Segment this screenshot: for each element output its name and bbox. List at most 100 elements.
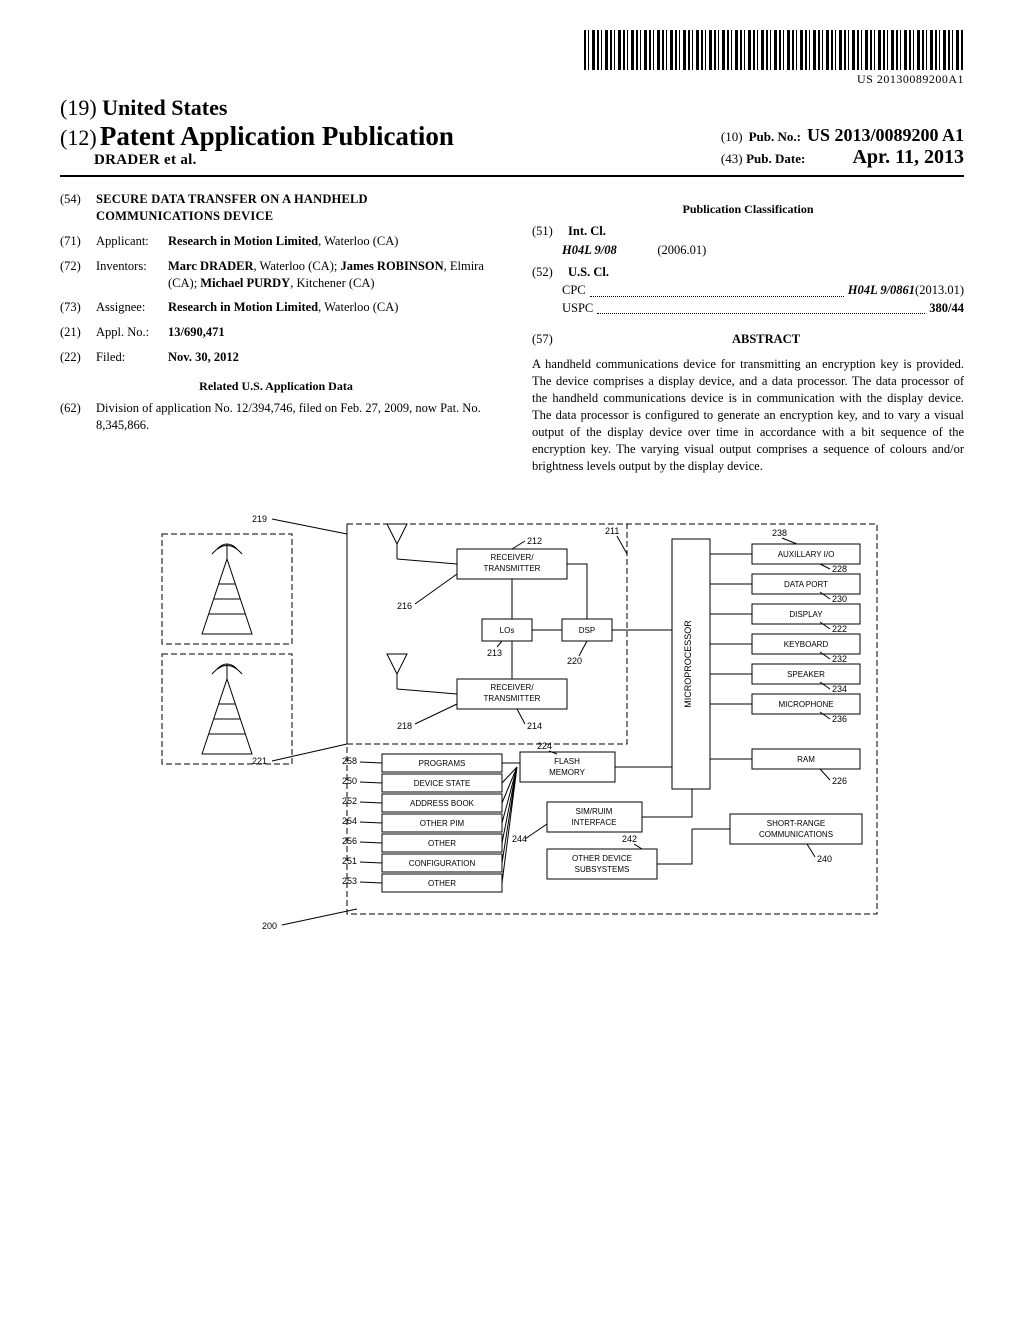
svg-text:234: 234 xyxy=(832,684,847,694)
abstract-code: (57) xyxy=(532,331,568,348)
inventor1-name: Marc DRADER xyxy=(168,259,254,273)
dsp-label: DSP xyxy=(579,626,595,635)
barcode-area: US 20130089200A1 xyxy=(60,30,964,87)
antenna-tower-icon xyxy=(202,664,252,754)
assignee-loc: , Waterloo (CA) xyxy=(318,300,398,314)
otherpim-label: OTHER PIM xyxy=(420,819,465,828)
rx-tx-label: TRANSMITTER xyxy=(484,694,541,703)
uspc-val: 380/44 xyxy=(929,300,964,318)
display-label: DISPLAY xyxy=(789,610,823,619)
applicant-value: Research in Motion Limited, Waterloo (CA… xyxy=(168,233,492,250)
inventor1-loc: , Waterloo (CA); xyxy=(254,259,341,273)
filed-value: Nov. 30, 2012 xyxy=(168,349,492,366)
speaker-label: SPEAKER xyxy=(787,670,825,679)
svg-text:236: 236 xyxy=(832,714,847,724)
pubno: US 2013/0089200 A1 xyxy=(807,125,964,146)
dataport-label: DATA PORT xyxy=(784,580,828,589)
inventor2-name: James ROBINSON xyxy=(340,259,443,273)
classification-heading: Publication Classification xyxy=(532,201,964,217)
abstract-label: ABSTRACT xyxy=(568,331,964,348)
pubdate-code: (43) xyxy=(721,151,743,166)
sim-label: SIM/RUIM xyxy=(576,807,613,816)
svg-text:240: 240 xyxy=(817,854,832,864)
addrbook-label: ADDRESS BOOK xyxy=(410,799,475,808)
country-code: (19) xyxy=(60,95,97,120)
uscl-label: U.S. Cl. xyxy=(568,264,609,281)
cpc-label: CPC xyxy=(562,282,586,300)
svg-text:254: 254 xyxy=(342,816,357,826)
svg-text:200: 200 xyxy=(262,921,277,931)
leader-dots xyxy=(597,313,925,314)
peripheral-boxes: AUXILLARY I/O DATA PORT DISPLAY KEYBOARD… xyxy=(730,544,862,844)
block-diagram: RECEIVER/ TRANSMITTER LOs DSP RECEIVER/ … xyxy=(132,504,892,944)
pubdate: Apr. 11, 2013 xyxy=(852,146,964,169)
antenna-tower-icon xyxy=(202,544,252,634)
svg-text:228: 228 xyxy=(832,564,847,574)
devstate-label: DEVICE STATE xyxy=(414,779,471,788)
flash-label2: MEMORY xyxy=(549,768,586,777)
related-data-heading: Related U.S. Application Data xyxy=(60,378,492,394)
ram-label: RAM xyxy=(797,755,815,764)
svg-text:253: 253 xyxy=(342,876,357,886)
rx-tx-label: RECEIVER/ xyxy=(490,683,534,692)
svg-text:251: 251 xyxy=(342,856,357,866)
applno-code: (21) xyxy=(60,324,96,341)
sim-label2: INTERFACE xyxy=(572,818,617,827)
svg-text:216: 216 xyxy=(397,601,412,611)
assignee-name: Research in Motion Limited xyxy=(168,300,318,314)
device-antenna-icon xyxy=(387,654,407,689)
microprocessor-label: MICROPROCESSOR xyxy=(683,620,693,708)
microphone-label: MICROPHONE xyxy=(778,700,833,709)
svg-text:221: 221 xyxy=(252,756,267,766)
abstract-text: A handheld communications device for tra… xyxy=(532,356,964,474)
svg-text:211: 211 xyxy=(605,526,619,536)
country: United States xyxy=(102,95,227,120)
barcode-number: US 20130089200A1 xyxy=(857,72,964,87)
svg-text:226: 226 xyxy=(832,776,847,786)
related-text: Division of application No. 12/394,746, … xyxy=(96,400,492,434)
cpc-date: (2013.01) xyxy=(915,282,964,300)
filed-code: (22) xyxy=(60,349,96,366)
invention-title: SECURE DATA TRANSFER ON A HANDHELD COMMU… xyxy=(96,191,492,225)
assignee-value: Research in Motion Limited, Waterloo (CA… xyxy=(168,299,492,316)
los-label: LOs xyxy=(500,626,515,635)
barcode xyxy=(584,30,964,70)
assignee-code: (73) xyxy=(60,299,96,316)
filed-label: Filed: xyxy=(96,349,168,366)
cpc-val: H04L 9/0861 xyxy=(848,282,915,300)
auxio-label: AUXILLARY I/O xyxy=(778,550,835,559)
ods-label2: SUBSYSTEMS xyxy=(575,865,630,874)
shortrange-label: SHORT-RANGE xyxy=(767,819,826,828)
svg-text:242: 242 xyxy=(622,834,637,844)
svg-text:222: 222 xyxy=(832,624,847,634)
svg-text:218: 218 xyxy=(397,721,412,731)
uspc-label: USPC xyxy=(562,300,593,318)
svg-text:219: 219 xyxy=(252,514,267,524)
pubno-code: (10) xyxy=(721,129,743,145)
config-label: CONFIGURATION xyxy=(409,859,476,868)
right-column: Publication Classification (51) Int. Cl.… xyxy=(532,191,964,474)
ods-label: OTHER DEVICE xyxy=(572,854,632,863)
svg-text:230: 230 xyxy=(832,594,847,604)
svg-text:224: 224 xyxy=(537,741,552,751)
memory-stack: PROGRAMS DEVICE STATE ADDRESS BOOK OTHER… xyxy=(382,754,502,892)
inventor3-name: Michael PURDY xyxy=(200,276,290,290)
pubno-label: Pub. No.: xyxy=(749,129,801,145)
svg-text:214: 214 xyxy=(527,721,542,731)
authors-line: DRADER et al. xyxy=(60,152,454,169)
rx-tx-label: TRANSMITTER xyxy=(484,564,541,573)
svg-text:213: 213 xyxy=(487,648,502,658)
doc-type-code: (12) xyxy=(60,125,97,150)
doc-type: Patent Application Publication xyxy=(100,121,454,151)
svg-text:212: 212 xyxy=(527,536,542,546)
figure-area: RECEIVER/ TRANSMITTER LOs DSP RECEIVER/ … xyxy=(60,504,964,944)
applno-value: 13/690,471 xyxy=(168,324,492,341)
keyboard-label: KEYBOARD xyxy=(784,640,829,649)
intcl-code: (51) xyxy=(532,223,568,240)
header-left: (19) United States (12) Patent Applicati… xyxy=(60,95,454,169)
device-antenna-icon xyxy=(387,524,407,559)
svg-text:258: 258 xyxy=(342,756,357,766)
pubdate-label: Pub. Date: xyxy=(746,151,805,166)
applicant-label: Applicant: xyxy=(96,233,168,250)
inventors-value: Marc DRADER, Waterloo (CA); James ROBINS… xyxy=(168,258,492,292)
